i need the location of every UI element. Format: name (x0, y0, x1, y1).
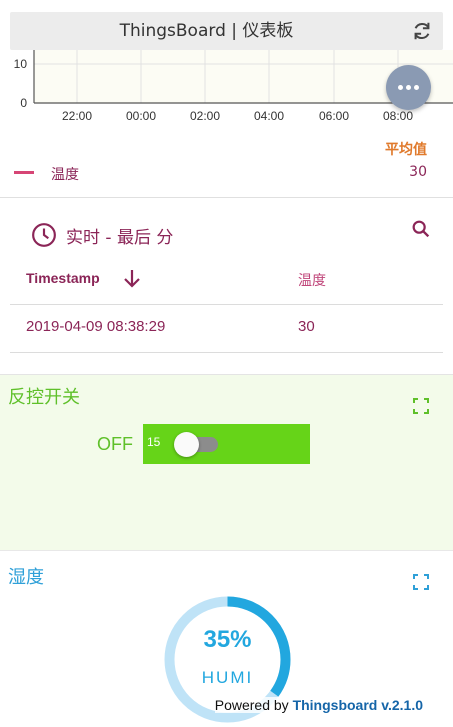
brand-link[interactable]: Thingsboard v.2.1.0 (293, 697, 423, 713)
x-tick-label: 08:00 (383, 109, 413, 123)
gauge-value: 35% (203, 626, 252, 653)
legend-average-header: 平均值 (385, 142, 427, 158)
y-tick-label: 10 (14, 57, 28, 71)
fullscreen-icon[interactable] (413, 574, 429, 590)
table-header-divider (10, 304, 443, 305)
powered-by-footer[interactable]: Powered by Thingsboard v.2.1.0 (214, 697, 423, 713)
x-tick-label: 06:00 (319, 109, 349, 123)
table-cell-timestamp: 2019-04-09 08:38:29 (26, 318, 166, 335)
clock-icon[interactable] (31, 222, 57, 248)
column-header-timestamp[interactable]: Timestamp (26, 270, 100, 286)
gauge-card-title: 湿度 (8, 567, 44, 588)
more-options-button[interactable] (386, 65, 431, 110)
control-switch-card: 反控开关 OFF 15 (0, 374, 453, 550)
powered-by-prefix: Powered by (214, 697, 293, 713)
legend-series-name[interactable]: 温度 (51, 164, 79, 184)
arrow-down-icon[interactable] (120, 266, 144, 290)
legend-series-swatch (14, 171, 34, 174)
x-tick-label: 04:00 (254, 109, 284, 123)
switch-state-label: OFF (97, 434, 133, 454)
y-tick-label: 0 (20, 96, 27, 110)
more-dot (406, 85, 411, 90)
refresh-icon[interactable] (411, 20, 433, 42)
x-tick-label: 22:00 (62, 109, 92, 123)
switch-toggle[interactable] (174, 432, 199, 457)
x-tick-label: 00:00 (126, 109, 156, 123)
x-tick-label: 02:00 (190, 109, 220, 123)
more-dot (414, 85, 419, 90)
search-icon[interactable] (410, 218, 432, 240)
table-cell-temperature: 30 (298, 318, 315, 335)
divider (0, 197, 453, 198)
gauge-unit: HUMI (201, 668, 254, 687)
switch-value: 15 (147, 435, 161, 449)
page-title: ThingsBoard | 仪表板 (119, 21, 294, 41)
legend-average-value: 30 (409, 164, 427, 180)
table-row-divider (10, 352, 443, 353)
more-dots-icon (398, 85, 403, 90)
switch-card-title: 反控开关 (8, 387, 80, 408)
switch-container: 15 (143, 424, 310, 464)
timewindow-label[interactable]: 实时 - 最后 分 (66, 223, 173, 248)
fullscreen-icon[interactable] (413, 398, 429, 414)
column-header-temperature[interactable]: 温度 (298, 270, 326, 290)
app-toolbar: ThingsBoard | 仪表板 (10, 12, 443, 50)
